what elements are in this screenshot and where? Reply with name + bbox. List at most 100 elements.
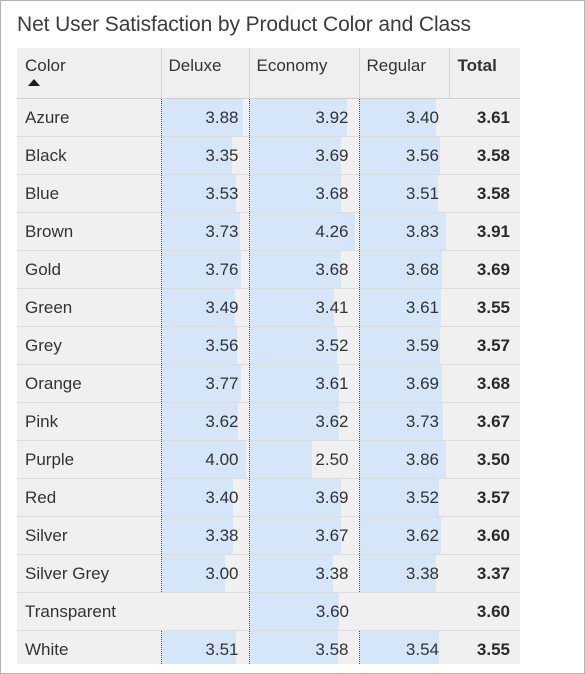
row-header-color[interactable]: Transparent <box>17 592 161 631</box>
cell-economy[interactable]: 3.60 <box>248 592 359 631</box>
table-row[interactable]: Orange 3.77 3.61 3.69 3.68 <box>17 364 520 403</box>
cell-regular[interactable]: 3.59 <box>358 326 449 365</box>
cell-deluxe[interactable]: 3.76 <box>160 250 249 289</box>
cell-value: 3.86 <box>405 449 439 469</box>
cell-total[interactable]: 3.55 <box>449 288 520 327</box>
table-row[interactable]: Blue 3.53 3.68 3.51 3.58 <box>17 174 520 213</box>
cell-total[interactable]: 3.58 <box>449 174 520 213</box>
cell-regular[interactable]: 3.56 <box>358 136 449 175</box>
cell-deluxe[interactable]: 3.73 <box>160 212 249 251</box>
cell-deluxe[interactable]: 3.62 <box>160 402 249 441</box>
table-row[interactable]: Gold 3.76 3.68 3.68 3.69 <box>17 250 520 289</box>
row-header-color[interactable]: Green <box>17 288 161 327</box>
cell-economy[interactable]: 3.38 <box>248 554 359 593</box>
cell-deluxe[interactable]: 3.38 <box>160 516 249 555</box>
cell-total[interactable]: 3.69 <box>449 250 520 289</box>
cell-economy[interactable]: 3.69 <box>248 136 359 175</box>
table-row[interactable]: Red 3.40 3.69 3.52 3.57 <box>17 478 520 517</box>
cell-deluxe[interactable]: 4.00 <box>160 440 249 479</box>
cell-total[interactable]: 3.57 <box>449 478 520 517</box>
table-row[interactable]: Azure 3.88 3.92 3.40 3.61 <box>17 98 520 137</box>
cell-economy[interactable]: 3.62 <box>248 402 359 441</box>
column-header-economy[interactable]: Economy <box>249 48 360 99</box>
cell-economy[interactable]: 3.41 <box>248 288 359 327</box>
cell-regular[interactable] <box>359 592 449 631</box>
cell-economy[interactable]: 4.26 <box>248 212 359 251</box>
cell-economy[interactable]: 3.68 <box>248 174 359 213</box>
cell-total[interactable]: 3.67 <box>449 402 520 441</box>
cell-economy[interactable]: 3.61 <box>248 364 359 403</box>
cell-total[interactable]: 3.58 <box>449 136 520 175</box>
row-header-color[interactable]: Grey <box>17 326 161 365</box>
row-header-color[interactable]: Gold <box>17 250 161 289</box>
table-row[interactable]: Black 3.35 3.69 3.56 3.58 <box>17 136 520 175</box>
cell-economy[interactable]: 3.52 <box>248 326 359 365</box>
cell-economy[interactable]: 3.67 <box>248 516 359 555</box>
row-header-color[interactable]: Blue <box>17 174 161 213</box>
cell-deluxe[interactable]: 3.40 <box>160 478 249 517</box>
row-header-color[interactable]: Brown <box>17 212 161 251</box>
cell-total[interactable]: 3.91 <box>449 212 520 251</box>
cell-economy[interactable]: 3.92 <box>248 98 359 137</box>
matrix-visual[interactable]: Net User Satisfaction by Product Color a… <box>0 0 585 674</box>
matrix-grid[interactable]: Color Deluxe Economy Regular Total Azure… <box>17 48 520 664</box>
cell-regular[interactable]: 3.40 <box>358 98 449 137</box>
cell-economy[interactable]: 3.69 <box>248 478 359 517</box>
cell-total[interactable]: 3.57 <box>449 326 520 365</box>
cell-deluxe[interactable]: 3.35 <box>160 136 249 175</box>
cell-total[interactable]: 3.60 <box>449 516 520 555</box>
cell-economy[interactable]: 3.58 <box>248 630 359 664</box>
table-row[interactable]: Transparent 3.60 3.60 <box>17 592 520 631</box>
cell-total[interactable]: 3.37 <box>449 554 520 593</box>
cell-total[interactable]: 3.55 <box>449 630 520 664</box>
table-row[interactable]: Purple 4.00 2.50 3.86 3.50 <box>17 440 520 479</box>
cell-total[interactable]: 3.50 <box>449 440 520 479</box>
cell-deluxe[interactable]: 3.77 <box>160 364 249 403</box>
cell-regular[interactable]: 3.69 <box>358 364 449 403</box>
cell-total[interactable]: 3.60 <box>449 592 520 631</box>
table-row[interactable]: Brown 3.73 4.26 3.83 3.91 <box>17 212 520 251</box>
cell-value: 3.51 <box>405 183 439 203</box>
cell-deluxe[interactable]: 3.53 <box>160 174 249 213</box>
table-row[interactable]: Pink 3.62 3.62 3.73 3.67 <box>17 402 520 441</box>
table-row[interactable]: Grey 3.56 3.52 3.59 3.57 <box>17 326 520 365</box>
row-header-color[interactable]: Silver Grey <box>17 554 161 593</box>
row-header-color[interactable]: Black <box>17 136 161 175</box>
cell-deluxe[interactable]: 3.49 <box>160 288 249 327</box>
row-header-color[interactable]: Pink <box>17 402 161 441</box>
cell-economy[interactable]: 3.68 <box>248 250 359 289</box>
column-header-total[interactable]: Total <box>449 48 520 99</box>
cell-regular[interactable]: 3.51 <box>358 174 449 213</box>
cell-regular[interactable]: 3.62 <box>358 516 449 555</box>
cell-regular[interactable]: 3.61 <box>358 288 449 327</box>
cell-total[interactable]: 3.61 <box>449 98 520 137</box>
table-row[interactable]: Silver 3.38 3.67 3.62 3.60 <box>17 516 520 555</box>
column-header-color[interactable]: Color <box>17 48 162 99</box>
sort-ascending-icon[interactable] <box>28 79 40 86</box>
cell-regular[interactable]: 3.86 <box>358 440 449 479</box>
cell-deluxe[interactable] <box>161 592 249 631</box>
cell-deluxe[interactable]: 3.00 <box>160 554 249 593</box>
row-header-color[interactable]: Red <box>17 478 161 517</box>
row-header-color[interactable]: Orange <box>17 364 161 403</box>
cell-regular[interactable]: 3.83 <box>358 212 449 251</box>
cell-economy[interactable]: 2.50 <box>248 440 359 479</box>
column-header-regular[interactable]: Regular <box>359 48 450 99</box>
cell-deluxe[interactable]: 3.88 <box>160 98 249 137</box>
column-header-deluxe[interactable]: Deluxe <box>161 48 250 99</box>
cell-regular[interactable]: 3.73 <box>358 402 449 441</box>
cell-regular[interactable]: 3.54 <box>358 630 449 664</box>
cell-regular[interactable]: 3.68 <box>358 250 449 289</box>
row-header-color[interactable]: Silver <box>17 516 161 555</box>
cell-deluxe[interactable]: 3.56 <box>160 326 249 365</box>
cell-regular[interactable]: 3.52 <box>358 478 449 517</box>
table-row[interactable]: White 3.51 3.58 3.54 3.55 <box>17 630 520 664</box>
table-row[interactable]: Silver Grey 3.00 3.38 3.38 3.37 <box>17 554 520 593</box>
table-row[interactable]: Green 3.49 3.41 3.61 3.55 <box>17 288 520 327</box>
cell-regular[interactable]: 3.38 <box>358 554 449 593</box>
cell-total[interactable]: 3.68 <box>449 364 520 403</box>
cell-deluxe[interactable]: 3.51 <box>160 630 249 664</box>
row-header-color[interactable]: Purple <box>17 440 161 479</box>
row-header-color[interactable]: Azure <box>17 98 161 137</box>
row-header-color[interactable]: White <box>17 630 161 664</box>
